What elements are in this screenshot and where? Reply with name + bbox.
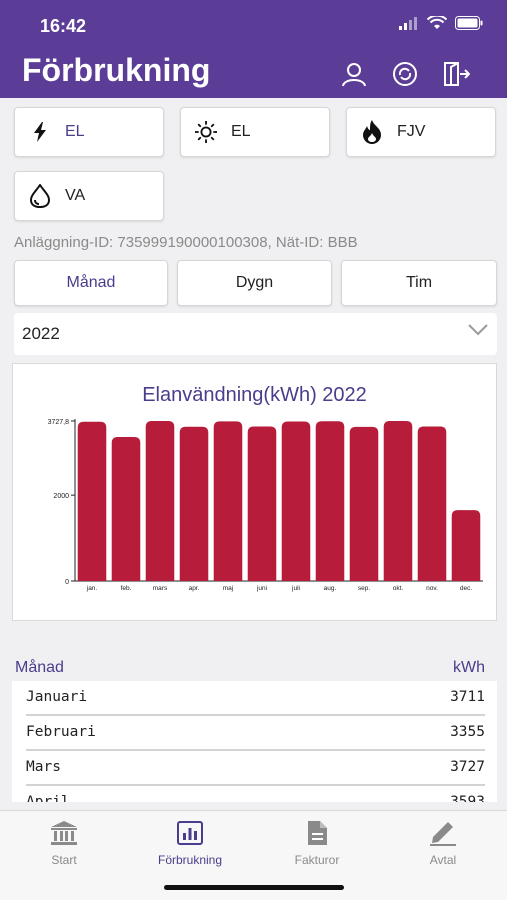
consumption-chart: Elanvändning(kWh) 2022 0 2000 3727,8 jan. fe… <box>12 363 497 621</box>
x-tick-label: sep. <box>358 585 370 592</box>
bar <box>383 421 413 581</box>
bar <box>77 421 107 581</box>
home-indicator <box>164 885 344 890</box>
list-item: April 3593 <box>26 786 485 802</box>
utility-label: EL <box>231 123 251 140</box>
month-name: April <box>26 794 70 802</box>
x-tick-label: dec. <box>460 585 472 592</box>
bar <box>111 437 141 581</box>
list-item: Mars 3727 <box>26 751 485 786</box>
x-tick-label: nov. <box>426 585 438 592</box>
status-icons <box>399 16 483 30</box>
signal-icon <box>399 17 417 30</box>
utility-label: EL <box>65 123 85 140</box>
bar <box>281 421 311 581</box>
bar <box>213 421 243 581</box>
page-title: Förbrukning <box>22 52 211 88</box>
tab-hour[interactable]: Tim <box>341 260 497 306</box>
list-item: Februari 3355 <box>26 716 485 751</box>
list-item: Januari 3711 <box>26 681 485 716</box>
bar <box>451 510 481 581</box>
refresh-icon <box>393 62 417 86</box>
x-tick-label: aug. <box>324 585 337 592</box>
list-header: Månad kWh <box>15 659 485 677</box>
bar <box>417 426 447 581</box>
x-tick-label: mars <box>153 585 168 592</box>
logout-button[interactable] <box>440 58 472 90</box>
month-value: 3593 <box>450 794 485 802</box>
utility-va-button[interactable]: VA <box>14 171 164 221</box>
year-select[interactable]: 2022 <box>14 313 497 355</box>
y-tick-label: 2000 <box>53 493 69 500</box>
refresh-button[interactable] <box>389 58 421 90</box>
bar <box>315 421 345 581</box>
tab-label: Start <box>51 853 77 867</box>
utility-el-power-button[interactable]: EL <box>14 107 164 157</box>
tab-start[interactable]: Start <box>9 819 119 867</box>
x-tick-label: juli <box>291 585 300 592</box>
bolt-icon <box>29 121 51 143</box>
tab-fakturor[interactable]: Fakturor <box>262 819 372 867</box>
month-value: 3727 <box>450 759 485 775</box>
wifi-icon <box>427 16 447 29</box>
month-name: Februari <box>26 724 96 740</box>
chart-plot: 0 2000 3727,8 jan. feb. mars apr. maj juni juli au… <box>48 419 483 592</box>
month-name: Mars <box>26 759 61 775</box>
list-header-month: Månad <box>15 659 64 676</box>
utility-el-solar-button[interactable]: EL <box>180 107 330 157</box>
document-icon <box>262 819 372 847</box>
tab-forbrukning[interactable]: Förbrukning <box>135 819 245 867</box>
month-value: 3355 <box>450 724 485 740</box>
x-tick-label: maj <box>223 585 233 592</box>
pen-icon <box>388 819 498 847</box>
battery-icon <box>455 16 483 30</box>
logout-icon <box>444 62 470 86</box>
bank-icon <box>9 819 119 847</box>
flame-icon <box>361 120 383 144</box>
facility-info: Anläggning-ID: 735999190000100308, Nät-I… <box>14 234 358 251</box>
status-time: 16:42 <box>40 16 87 36</box>
profile-button[interactable] <box>338 58 370 90</box>
month-value: 3711 <box>450 689 485 705</box>
utility-label: FJV <box>397 123 426 140</box>
bar <box>145 421 175 581</box>
user-icon <box>342 63 366 87</box>
y-tick-label: 0 <box>65 579 69 586</box>
y-tick-label: 3727,8 <box>48 419 70 426</box>
x-tick-label: okt. <box>393 585 404 592</box>
chevron-down-icon <box>468 324 488 336</box>
list-header-unit: kWh <box>453 659 485 676</box>
utility-fjv-button[interactable]: FJV <box>346 107 496 157</box>
tab-label: Avtal <box>429 853 457 867</box>
tab-avtal[interactable]: Avtal <box>388 819 498 867</box>
year-value: 2022 <box>22 324 60 343</box>
bar <box>349 426 379 581</box>
tab-month[interactable]: Månad <box>14 260 168 306</box>
bar <box>179 426 209 581</box>
x-tick-label: feb. <box>121 585 132 592</box>
x-tick-label: apr. <box>189 585 200 592</box>
sun-icon <box>195 121 217 143</box>
tab-label: Fakturor <box>294 853 340 867</box>
tab-label: Förbrukning <box>157 853 223 867</box>
bar <box>247 426 277 581</box>
monthly-list[interactable]: Januari 3711 Februari 3355 Mars 3727 April 3… <box>12 681 497 802</box>
tab-day[interactable]: Dygn <box>177 260 332 306</box>
app-header: 16:42 Förbrukning <box>0 0 507 98</box>
month-name: Januari <box>26 689 88 705</box>
bar-chart-icon <box>135 819 245 847</box>
x-tick-label: juni <box>256 585 267 592</box>
water-drop-icon <box>29 184 51 208</box>
utility-label: VA <box>65 187 86 204</box>
x-tick-label: jan. <box>86 585 98 592</box>
